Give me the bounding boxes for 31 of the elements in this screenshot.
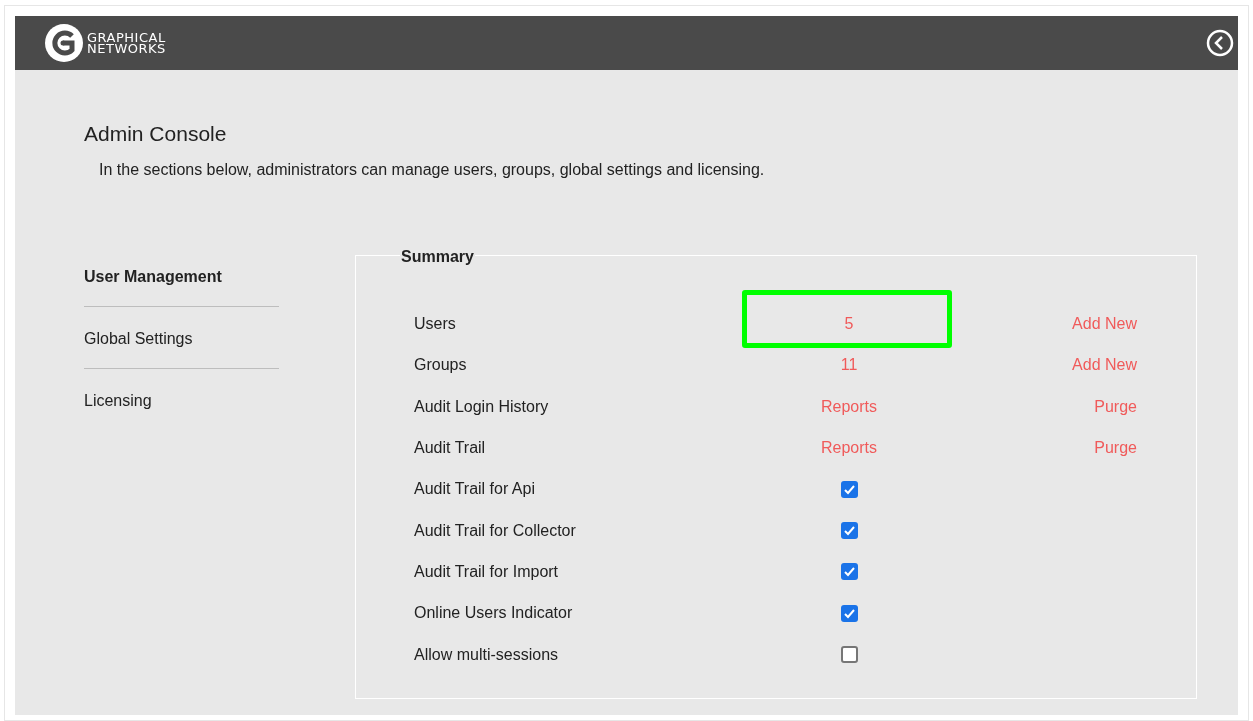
action-link[interactable]: Purge <box>1094 394 1137 419</box>
count-link[interactable]: 11 <box>840 353 858 378</box>
count-link[interactable]: Reports <box>821 436 877 461</box>
checkbox[interactable] <box>840 604 858 622</box>
collapse-button[interactable] <box>1206 29 1234 57</box>
count-link[interactable]: Reports <box>821 394 877 419</box>
page-title: Admin Console <box>84 121 228 147</box>
sidebar-tab[interactable]: Global Settings <box>84 306 279 369</box>
checkbox[interactable] <box>840 646 858 663</box>
row-label: Online Users Indicator <box>414 603 574 624</box>
row-label: Audit Trail for Import <box>414 561 560 582</box>
sidebar-tab[interactable]: Licensing <box>84 368 279 431</box>
row-label: Users <box>414 314 457 335</box>
logo-text: NETWORKS <box>87 43 166 54</box>
logo-icon <box>45 24 83 62</box>
checkbox[interactable] <box>840 522 858 540</box>
action-link[interactable]: Purge <box>1094 436 1137 461</box>
row-label: Audit Login History <box>414 396 550 417</box>
row-label: Groups <box>414 355 468 376</box>
logo-text: GRAPHICAL <box>87 32 166 43</box>
action-link[interactable]: Add New <box>1072 353 1137 378</box>
checkbox[interactable] <box>840 480 858 498</box>
checkbox[interactable] <box>840 563 858 581</box>
action-link[interactable]: Add New <box>1072 312 1137 337</box>
sidebar-tab[interactable]: User Management <box>84 244 279 307</box>
row-label: Audit Trail <box>414 438 487 459</box>
count-link[interactable]: 5 <box>844 312 854 337</box>
row-label: Audit Trail for Collector <box>414 520 577 541</box>
row-label: Audit Trail for Api <box>414 479 536 500</box>
page-description: In the sections below, administrators can manage users, groups, global settings and licensing. <box>99 159 766 180</box>
row-label: Allow multi-sessions <box>414 644 560 665</box>
